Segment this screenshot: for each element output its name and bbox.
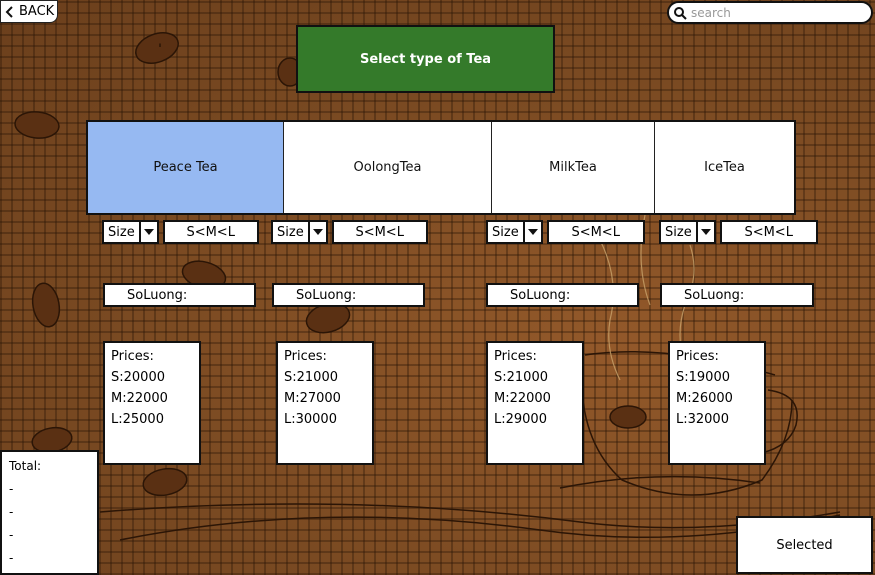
price-medium: M:22000 xyxy=(494,391,551,406)
chevron-down-icon xyxy=(524,220,543,244)
tab-ice-tea[interactable]: IceTea xyxy=(655,122,794,213)
price-small: S:20000 xyxy=(111,370,165,385)
size-dropdown-label: Size xyxy=(486,220,525,244)
search-box[interactable] xyxy=(667,1,873,24)
prices-panel: Prices: S:19000 M:26000 L:32000 xyxy=(668,341,766,465)
size-value: S<M<L xyxy=(546,220,645,244)
price-small: S:21000 xyxy=(494,370,548,385)
prices-panel: Prices: S:21000 M:27000 L:30000 xyxy=(276,341,374,465)
page-title: Select type of Tea xyxy=(296,25,555,93)
prices-title: Prices: xyxy=(494,349,537,364)
quantity-field[interactable]: SoLuong: xyxy=(103,283,256,307)
total-line: - xyxy=(9,482,14,496)
chevron-left-icon xyxy=(5,5,13,18)
price-large: L:32000 xyxy=(676,412,729,427)
size-value: S<M<L xyxy=(331,220,428,244)
total-line: - xyxy=(9,505,14,519)
chevron-down-icon xyxy=(697,220,716,244)
selected-button[interactable]: Selected xyxy=(736,516,873,574)
tab-oolong-tea[interactable]: OolongTea xyxy=(284,122,492,213)
tab-peace-tea[interactable]: Peace Tea xyxy=(88,122,284,213)
total-label: Total: xyxy=(9,459,42,473)
price-large: L:25000 xyxy=(111,412,164,427)
back-button[interactable]: BACK xyxy=(0,0,58,23)
quantity-field[interactable]: SoLuong: xyxy=(486,283,639,307)
price-medium: M:27000 xyxy=(284,391,341,406)
size-selector-ice-tea: Size S<M<L xyxy=(659,220,818,244)
prices-title: Prices: xyxy=(111,349,154,364)
size-dropdown-label: Size xyxy=(271,220,310,244)
size-selector-milk-tea: Size S<M<L xyxy=(486,220,645,244)
quantity-field[interactable]: SoLuong: xyxy=(660,283,814,307)
search-input[interactable] xyxy=(691,5,861,20)
search-icon xyxy=(674,6,687,20)
size-dropdown-label: Size xyxy=(659,220,698,244)
size-selector-peace-tea: Size S<M<L xyxy=(102,220,259,244)
prices-title: Prices: xyxy=(284,349,327,364)
price-medium: M:22000 xyxy=(111,391,168,406)
tea-type-tabs: Peace Tea OolongTea MilkTea IceTea xyxy=(86,120,796,215)
tab-milk-tea[interactable]: MilkTea xyxy=(492,122,655,213)
size-selector-oolong-tea: Size S<M<L xyxy=(271,220,428,244)
prices-title: Prices: xyxy=(676,349,719,364)
size-value: S<M<L xyxy=(719,220,818,244)
total-line: - xyxy=(9,551,14,565)
price-medium: M:26000 xyxy=(676,391,733,406)
chevron-down-icon xyxy=(140,220,159,244)
size-dropdown[interactable]: Size xyxy=(102,220,159,244)
price-small: S:19000 xyxy=(676,370,730,385)
prices-panel: Prices: S:20000 M:22000 L:25000 xyxy=(103,341,201,465)
prices-panel: Prices: S:21000 M:22000 L:29000 xyxy=(486,341,584,465)
size-dropdown[interactable]: Size xyxy=(659,220,716,244)
total-line: - xyxy=(9,528,14,542)
size-dropdown[interactable]: Size xyxy=(271,220,328,244)
chevron-down-icon xyxy=(309,220,328,244)
total-panel: Total: - - - - xyxy=(0,450,99,575)
size-dropdown-label: Size xyxy=(102,220,141,244)
size-dropdown[interactable]: Size xyxy=(486,220,543,244)
price-large: L:29000 xyxy=(494,412,547,427)
size-value: S<M<L xyxy=(162,220,259,244)
quantity-field[interactable]: SoLuong: xyxy=(272,283,425,307)
price-small: S:21000 xyxy=(284,370,338,385)
back-button-label: BACK xyxy=(19,4,55,19)
price-large: L:30000 xyxy=(284,412,337,427)
